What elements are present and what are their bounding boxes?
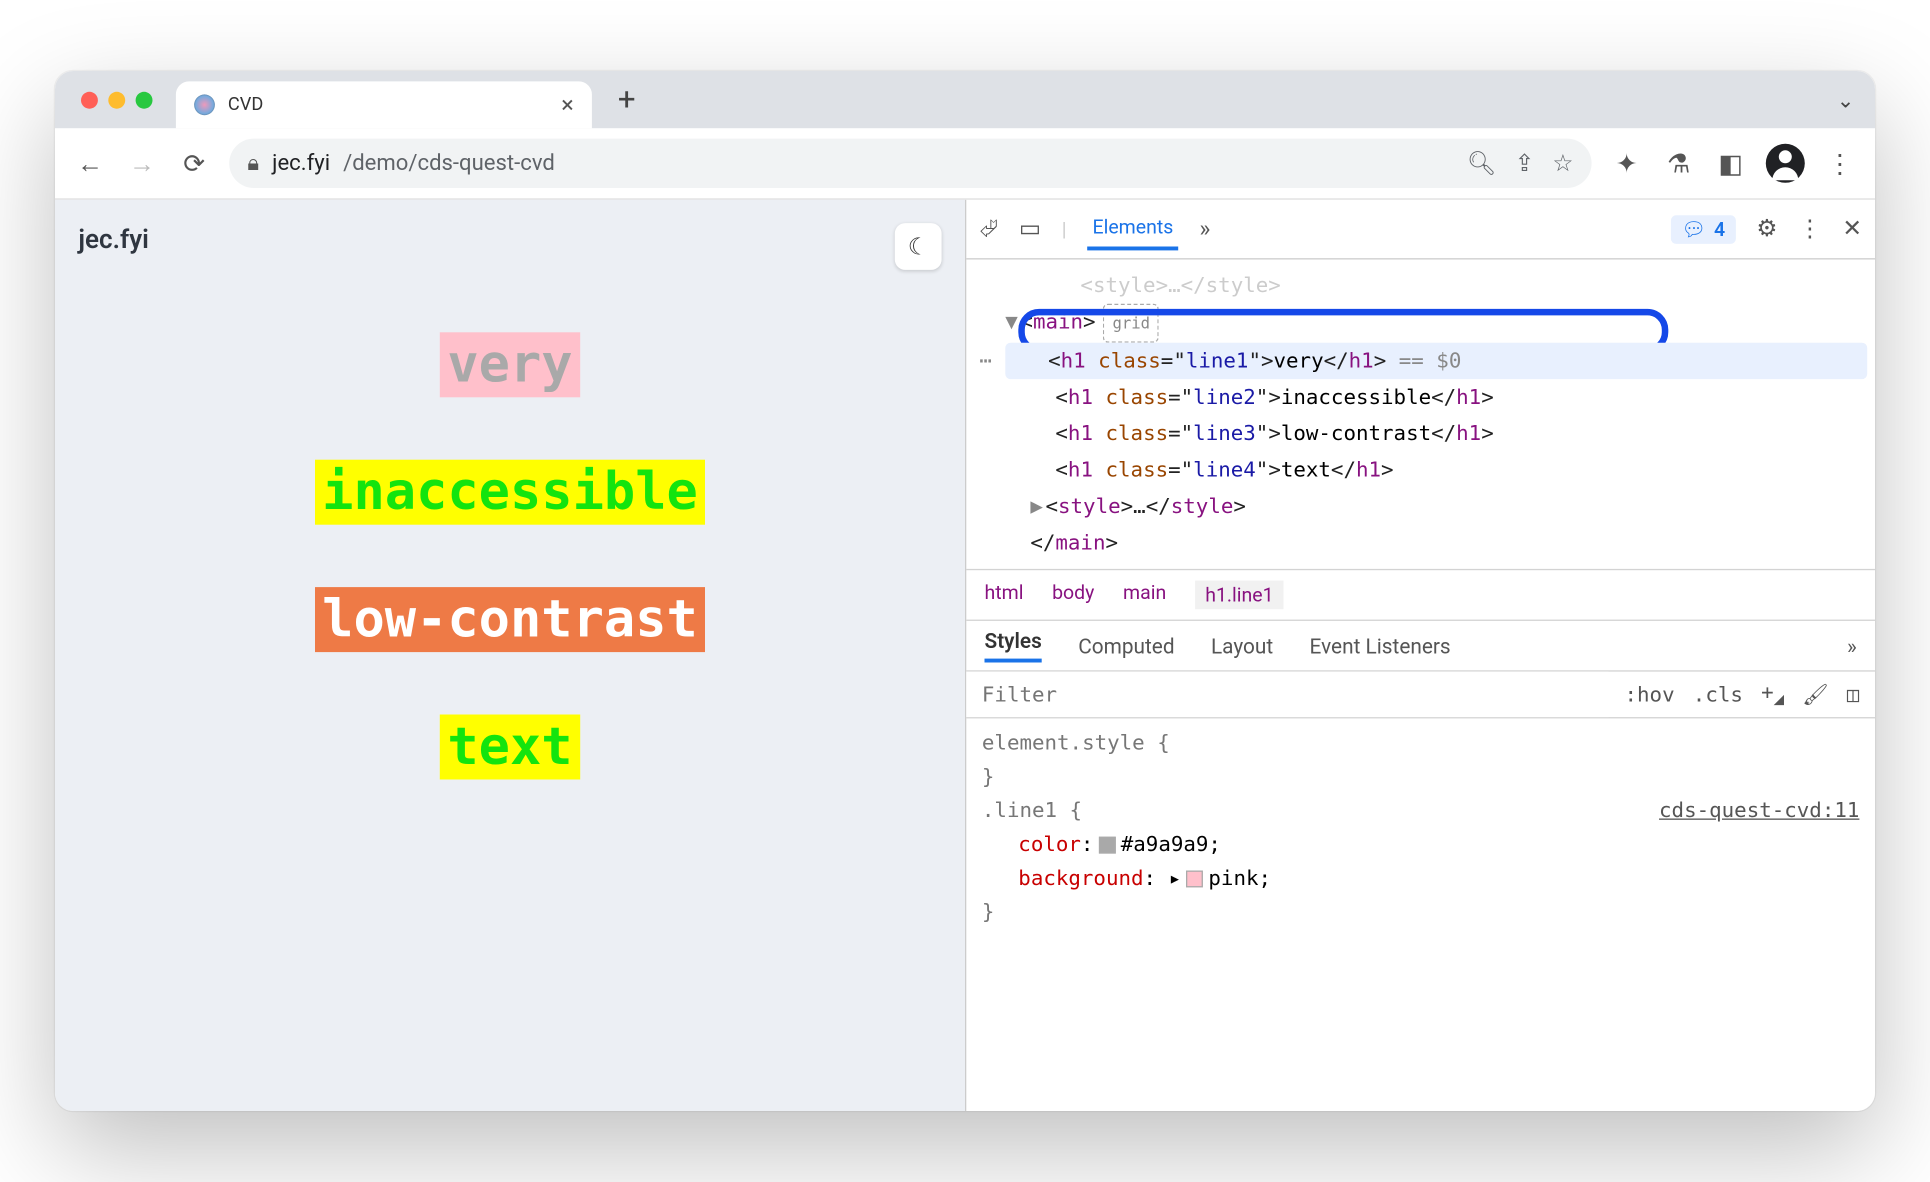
maximize-window-button[interactable] (136, 91, 153, 108)
device-toolbar-icon[interactable]: ▭ (1019, 215, 1041, 242)
line1-heading: very (440, 332, 581, 397)
breadcrumb: html body main h1.line1 (966, 569, 1875, 620)
dom-row-truncated: <style>…</style> (1005, 267, 1867, 303)
extensions-icon[interactable]: ✦ (1610, 148, 1644, 179)
source-link[interactable]: cds-quest-cvd:11 (1659, 794, 1859, 828)
browser-toolbar: ← → ⟳ 🔒︎ jec.fyi/demo/cds-quest-cvd 🔍︎ ⇪… (55, 128, 1875, 200)
paint-icon[interactable]: 🖌︎ (1802, 682, 1828, 707)
tab-title: CVD (228, 94, 263, 115)
css-declaration[interactable]: color:#a9a9a9; (982, 828, 1859, 862)
color-swatch-icon[interactable] (1186, 871, 1203, 888)
devtools-menu-icon[interactable]: ⋮ (1798, 215, 1821, 242)
devtools-close-icon[interactable]: ✕ (1842, 215, 1862, 242)
back-button[interactable]: ← (73, 147, 107, 180)
close-window-button[interactable] (81, 91, 98, 108)
more-actions-icon[interactable]: ⋯ (979, 343, 992, 379)
inspect-element-icon[interactable]: ⮰ (979, 215, 998, 242)
zoom-icon[interactable]: 🔍︎ (1467, 150, 1497, 177)
forward-button[interactable]: → (125, 147, 159, 180)
dom-tree[interactable]: <style>…</style> ▼<main>grid ⋯ <h1 class… (966, 260, 1875, 569)
new-style-rule-icon[interactable]: +◢ (1761, 679, 1784, 709)
issues-icon: 💬︎ (1681, 217, 1706, 240)
content-area: jec.fyi ☾ very inaccessible low-contrast… (55, 200, 1875, 1111)
rendered-page: jec.fyi ☾ very inaccessible low-contrast… (55, 200, 965, 1111)
line4-heading: text (440, 715, 581, 780)
crumb-current[interactable]: h1.line1 (1195, 581, 1284, 610)
minimize-window-button[interactable] (108, 91, 125, 108)
browser-tab[interactable]: CVD × (176, 81, 592, 128)
lock-icon: 🔒︎ (247, 150, 259, 176)
tab-overflow-button[interactable]: ⌄ (1837, 87, 1854, 112)
browser-menu-button[interactable]: ⋮ (1823, 148, 1857, 179)
profile-avatar[interactable] (1766, 144, 1805, 183)
address-bar[interactable]: 🔒︎ jec.fyi/demo/cds-quest-cvd 🔍︎ ⇪ ☆ (229, 139, 1591, 188)
tab-elements[interactable]: Elements (1087, 208, 1178, 251)
more-tabs-icon[interactable]: » (1199, 215, 1210, 242)
crumb-html[interactable]: html (985, 581, 1024, 610)
dom-row-main-open[interactable]: ▼<main>grid (1005, 304, 1867, 343)
element-style-rule[interactable]: element.style { } (982, 726, 1859, 794)
moon-icon: ☾ (908, 233, 929, 260)
hov-toggle[interactable]: :hov (1625, 682, 1675, 707)
issues-count: 4 (1714, 217, 1725, 240)
tab-layout[interactable]: Layout (1211, 633, 1273, 658)
styles-filter-row: :hov .cls +◢ 🖌︎ ◫ (966, 672, 1875, 719)
dom-row[interactable]: ▶<style>…</style> (1005, 488, 1867, 524)
tab-computed[interactable]: Computed (1078, 633, 1174, 658)
new-tab-button[interactable]: + (605, 81, 649, 117)
line3-heading: low-contrast (314, 587, 705, 652)
bookmark-icon[interactable]: ☆ (1552, 150, 1573, 177)
tab-styles[interactable]: Styles (985, 629, 1042, 663)
dom-row-main-close[interactable]: </main> (1005, 525, 1867, 561)
share-icon[interactable]: ⇪ (1515, 150, 1535, 177)
url-path: /demo/cds-quest-cvd (343, 150, 555, 176)
dom-row-selected[interactable]: ⋯ <h1 class="line1">very</h1> == $0 (1005, 343, 1867, 379)
tab-strip: CVD × + ⌄ (55, 71, 1875, 128)
tab-close-button[interactable]: × (561, 91, 573, 118)
page-brand: jec.fyi (78, 223, 148, 254)
labs-icon[interactable]: ⚗ (1662, 148, 1696, 179)
demo-lines: very inaccessible low-contrast text (314, 332, 705, 779)
theme-toggle-button[interactable]: ☾ (895, 223, 942, 270)
styles-tabbar: Styles Computed Layout Event Listeners » (966, 620, 1875, 672)
window-controls (71, 91, 163, 108)
color-swatch-icon[interactable] (1099, 837, 1116, 854)
grid-badge[interactable]: grid (1103, 304, 1159, 343)
browser-window: CVD × + ⌄ ← → ⟳ 🔒︎ jec.fyi/demo/cds-ques… (55, 71, 1875, 1111)
devtools-toolbar: ⮰ ▭ | Elements » 💬︎ 4 ⚙ ⋮ ✕ (966, 200, 1875, 260)
line2-heading: inaccessible (314, 460, 705, 525)
more-style-tabs-icon[interactable]: » (1847, 633, 1857, 658)
settings-icon[interactable]: ⚙ (1756, 215, 1777, 242)
styles-pane[interactable]: element.style { } .line1 { cds-quest-cvd… (966, 718, 1875, 936)
side-panel-icon[interactable]: ◧ (1714, 148, 1748, 179)
crumb-body[interactable]: body (1052, 581, 1094, 610)
url-host: jec.fyi (272, 150, 330, 176)
issues-badge[interactable]: 💬︎ 4 (1671, 215, 1736, 244)
dom-row[interactable]: <h1 class="line2">inaccessible</h1> (1005, 379, 1867, 415)
dom-row[interactable]: <h1 class="line4">text</h1> (1005, 452, 1867, 488)
devtools-panel: ⮰ ▭ | Elements » 💬︎ 4 ⚙ ⋮ ✕ <style>…</st… (965, 200, 1875, 1111)
reload-button[interactable]: ⟳ (177, 148, 211, 179)
styles-filter-input[interactable] (966, 672, 1609, 718)
cls-toggle[interactable]: .cls (1693, 682, 1743, 707)
css-declaration[interactable]: background: ▸pink; (982, 861, 1859, 895)
favicon-icon (194, 94, 215, 115)
crumb-main[interactable]: main (1123, 581, 1166, 610)
dom-row[interactable]: <h1 class="line3">low-contrast</h1> (1005, 416, 1867, 452)
tab-event-listeners[interactable]: Event Listeners (1310, 633, 1451, 658)
css-rule-line1[interactable]: .line1 { cds-quest-cvd:11 (982, 794, 1859, 828)
panel-layout-icon[interactable]: ◫ (1847, 682, 1860, 707)
